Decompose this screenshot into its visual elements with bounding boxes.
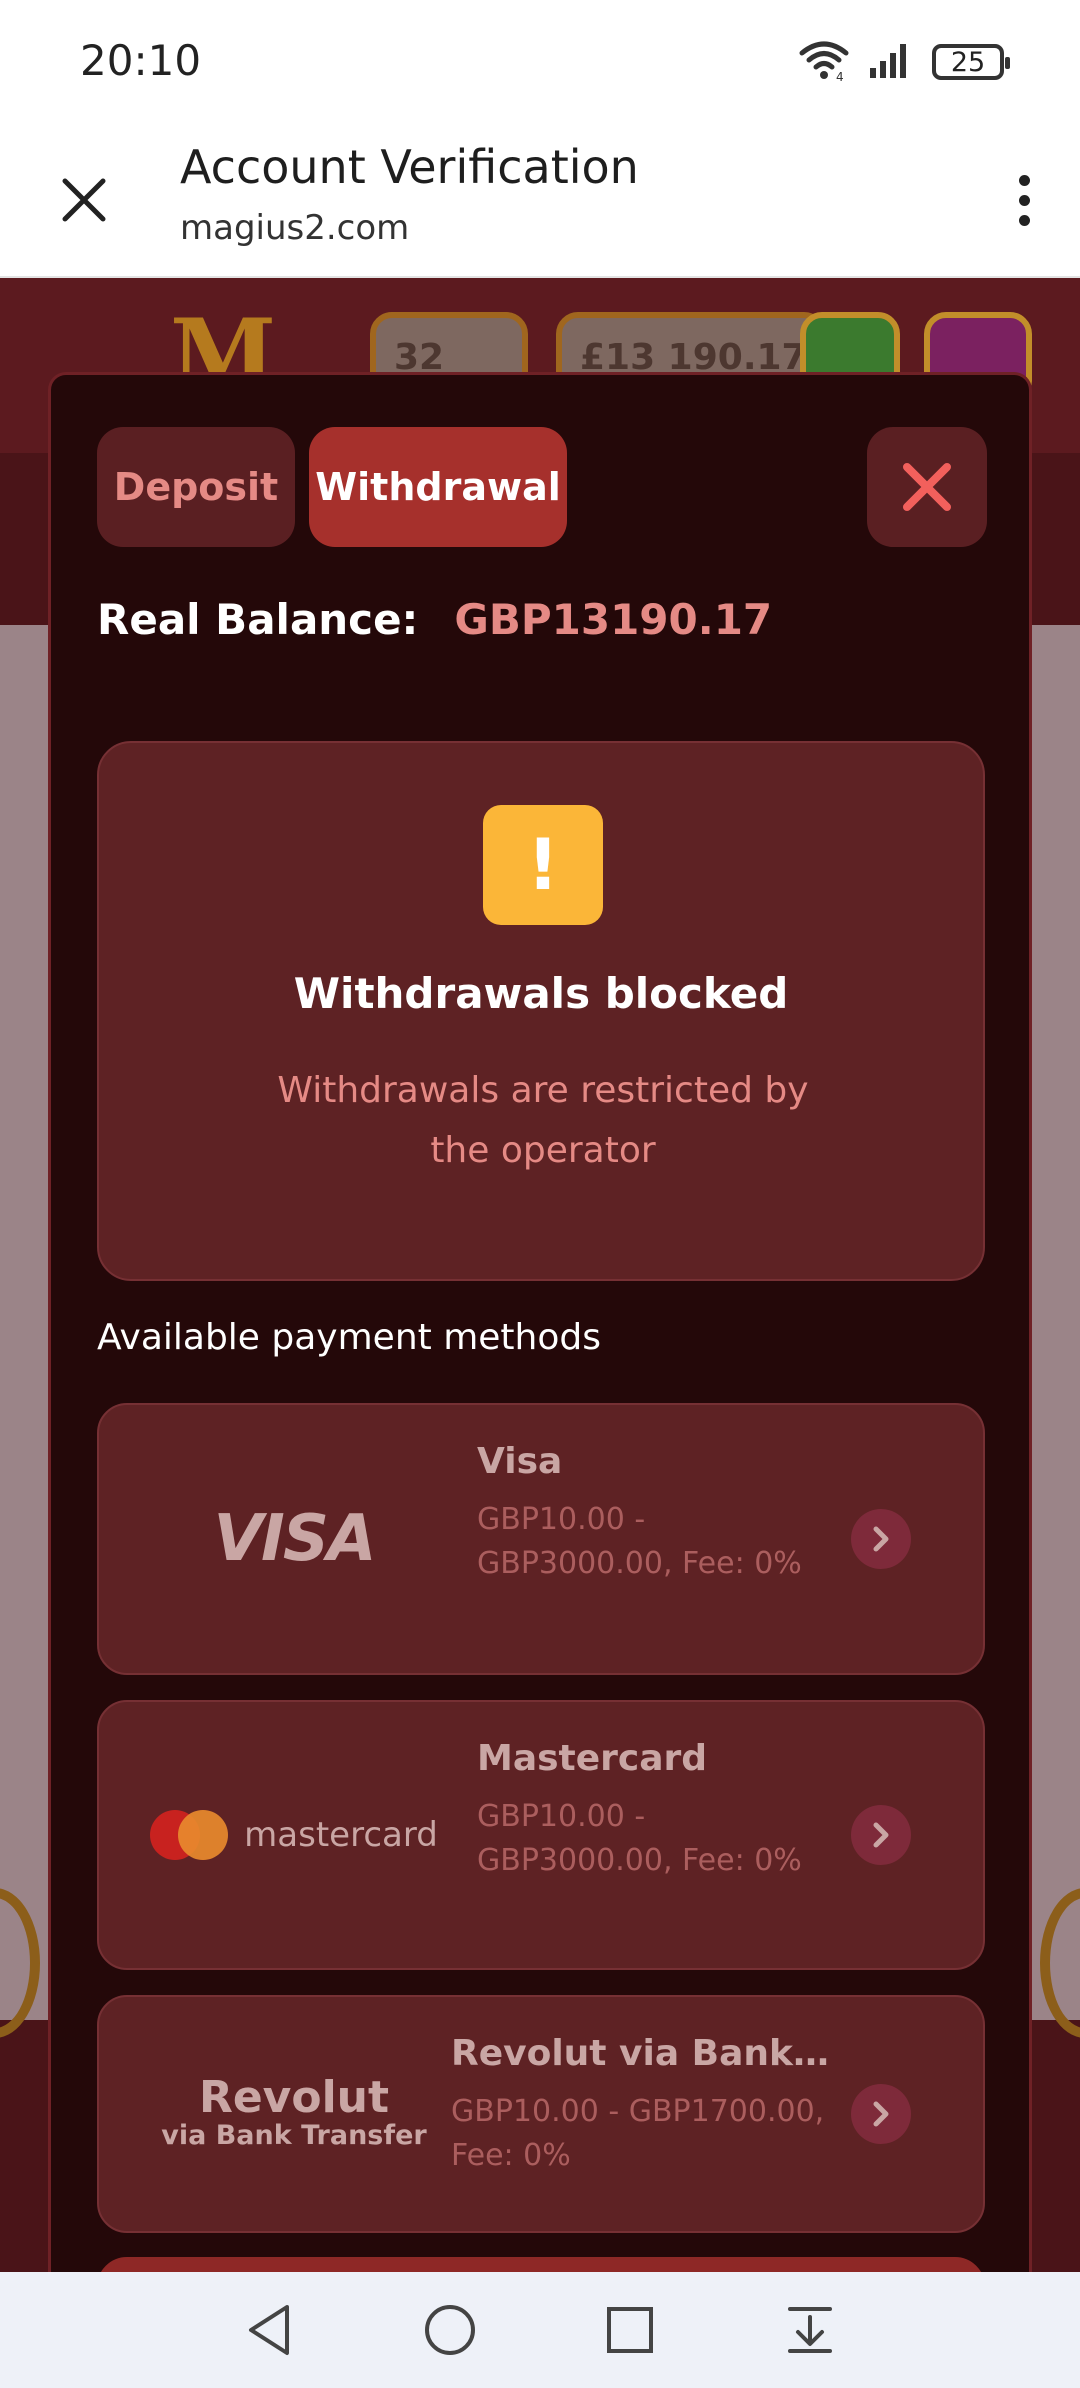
system-nav-bar [0,2272,1080,2388]
payment-method-partial[interactable] [97,2257,985,2272]
blocked-description: Withdrawals are restricted by the operat… [277,1070,809,1171]
notifications-pulldown-icon[interactable] [770,2290,850,2370]
recents-icon[interactable] [590,2290,670,2370]
balance-label: Real Balance: [97,595,419,644]
method-name: Mastercard [477,1738,708,1779]
tab-deposit[interactable]: Deposit [97,427,295,547]
battery-icon: 25 [932,44,1010,80]
real-balance: Real Balance: GBP13190.17 [97,595,772,644]
status-icons: 4 25 [798,38,1010,86]
home-icon[interactable] [410,2290,490,2370]
status-time: 20:10 [80,36,202,85]
chevron-right-icon[interactable] [851,1805,911,1865]
back-icon[interactable] [230,2290,310,2370]
revolut-logo: Revolut via Bank Transfer [161,2072,427,2152]
method-limits: GBP10.00 - GBP3000.00, Fee: 0% [477,1799,802,1878]
close-tab-button[interactable] [46,162,122,238]
svg-text:4: 4 [836,70,844,81]
tab-withdrawal[interactable]: Withdrawal [309,427,567,547]
method-info: Mastercard GBP10.00 - GBP3000.00, Fee: 0… [477,1738,817,1883]
chevron-right-icon[interactable] [851,2084,911,2144]
payment-method-revolut[interactable]: Revolut via Bank Transfer Revolut via Ba… [97,1995,985,2233]
page-title: Account Verification [180,140,639,194]
warning-icon: ! [483,805,603,925]
page-url[interactable]: magius2.com [180,208,409,248]
close-icon [62,178,106,222]
blocked-title: Withdrawals blocked [293,969,789,1018]
method-name: Visa [477,1441,563,1482]
payment-methods-title: Available payment methods [97,1317,601,1358]
mastercard-logo: mastercard [139,1702,449,1968]
method-limits: GBP10.00 - GBP1700.00, Fee: 0% [451,2094,825,2173]
payment-method-mastercard[interactable]: mastercard Mastercard GBP10.00 - GBP3000… [97,1700,985,1970]
method-name: Revolut via Bank Tr... [451,2033,831,2074]
modal-close-button[interactable] [867,427,987,547]
browser-header: Account Verification magius2.com [0,122,1080,278]
visa-logo: VISA [213,1502,377,1576]
method-limits: GBP10.00 - GBP3000.00, Fee: 0% [477,1502,802,1581]
chevron-right-icon[interactable] [851,1509,911,1569]
withdrawals-blocked-card: ! Withdrawals blocked Withdrawals are re… [97,741,985,1281]
wifi-icon: 4 [798,39,850,86]
more-vert-icon[interactable] [994,162,1054,238]
signal-icon [868,40,914,85]
balance-value: GBP13190.17 [454,595,773,644]
method-info: Visa GBP10.00 - GBP3000.00, Fee: 0% [477,1441,817,1586]
payment-method-visa[interactable]: VISA Visa GBP10.00 - GBP3000.00, Fee: 0% [97,1403,985,1675]
withdrawal-modal: Deposit Withdrawal Real Balance: GBP1319… [48,372,1032,2272]
method-info: Revolut via Bank Tr... GBP10.00 - GBP170… [451,2033,831,2178]
status-bar: 20:10 4 25 [0,0,1080,122]
close-icon [903,463,951,511]
